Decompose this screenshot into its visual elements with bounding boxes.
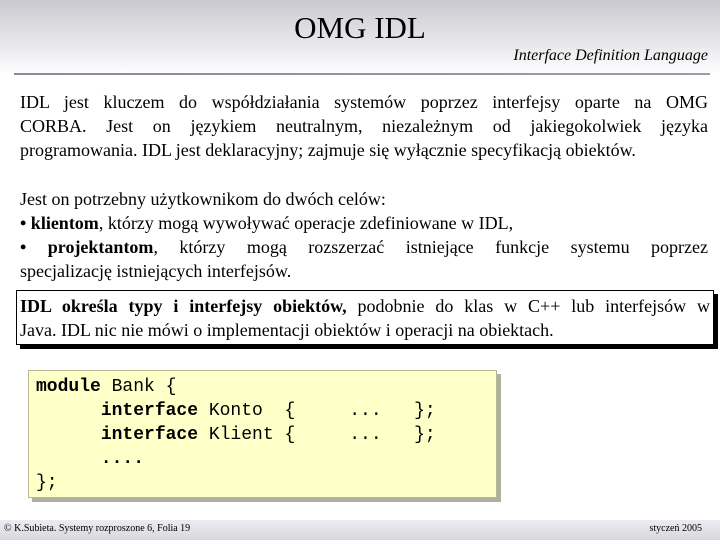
page-title: OMG IDL [294, 10, 426, 45]
intro-line: CORBA. Jest on językiem neutralnym, niez… [20, 116, 708, 136]
intro-line: programowania. IDL jest deklaracyjny; za… [20, 140, 636, 160]
page-subtitle: Interface Definition Language [513, 47, 708, 64]
code-text: Bank { [100, 377, 177, 397]
footer-copyright: © K.Subieta. Systemy rozproszone 6, Foli… [4, 523, 191, 534]
code-example-box: module Bank { interface Konto { ... }; i… [28, 370, 497, 498]
code-ellipsis: .... [36, 449, 145, 469]
definition-line: IDL określa typy i interfejsy obiektów, … [20, 294, 710, 318]
footer-date: styczeń 2005 [649, 523, 703, 534]
code-keyword: module [36, 377, 101, 397]
bullet-designers: • projektantom, którzy mogą rozszerzać i… [20, 235, 708, 259]
intro-paragraph: IDL jest kluczem do współdziałania syste… [20, 90, 708, 162]
header-divider [14, 73, 710, 75]
bullet-clients-label: • klientom [20, 213, 99, 233]
bullet-designers-label: • projektantom [20, 237, 154, 257]
purpose-paragraph: Jest on potrzebny użytkownikom do dwóch … [20, 187, 708, 283]
definition-text: podobnie do klas w C++ lub interfejsów w [346, 296, 711, 316]
bullet-clients-text: , którzy mogą wywoływać operacje zdefini… [98, 213, 514, 233]
code-keyword: interface [100, 425, 199, 445]
bullet-designers-text: , którzy mogą rozszerzać istniejące funk… [153, 237, 708, 257]
idl-definition-box: IDL określa typy i interfejsy obiektów, … [16, 290, 714, 345]
code-text: Klient { ... }; [198, 425, 436, 445]
code-text: Konto { ... }; [198, 401, 436, 421]
bullet-clients: • klientom, którzy mogą wywoływać operac… [20, 211, 708, 235]
code-text: }; [36, 473, 58, 493]
bullet-designers-continuation: specjalizację istniejących interfejsów. [20, 261, 292, 281]
code-example: module Bank { interface Konto { ... }; i… [36, 375, 436, 495]
intro-line: IDL jest kluczem do współdziałania syste… [20, 92, 708, 112]
code-keyword: interface [100, 401, 199, 421]
purpose-intro: Jest on potrzebny użytkownikom do dwóch … [20, 189, 386, 209]
definition-bold: IDL określa typy i interfejsy obiektów, [20, 296, 347, 316]
definition-line: Java. IDL nic nie mówi o implementacji o… [20, 320, 554, 340]
